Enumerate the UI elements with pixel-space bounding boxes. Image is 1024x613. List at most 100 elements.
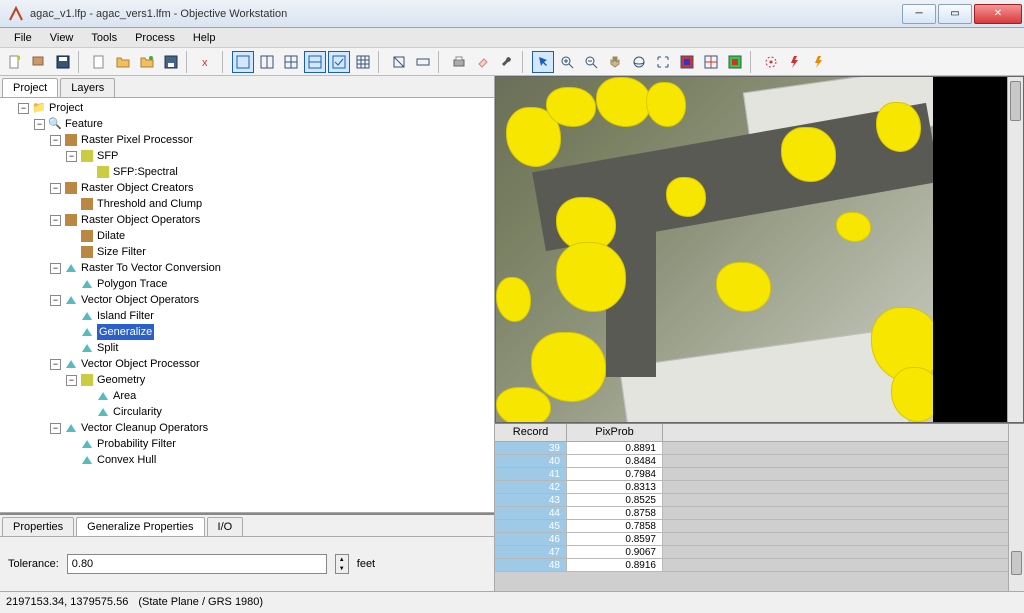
tab-properties[interactable]: Properties bbox=[2, 517, 74, 536]
scrollbar-thumb[interactable] bbox=[1010, 81, 1021, 121]
tree-sizefilter[interactable]: Size Filter bbox=[97, 244, 146, 260]
table-row[interactable]: 440.8758 bbox=[495, 507, 1024, 520]
bolt-orange-icon[interactable] bbox=[808, 51, 830, 73]
tree-circularity[interactable]: Circularity bbox=[113, 404, 162, 420]
collapse-icon[interactable]: − bbox=[50, 263, 61, 274]
tree-convexhull[interactable]: Convex Hull bbox=[97, 452, 156, 468]
save-icon[interactable] bbox=[52, 51, 74, 73]
tree-split[interactable]: Split bbox=[97, 340, 118, 356]
col-pixprob[interactable]: PixProb bbox=[567, 424, 663, 441]
layout-single-icon[interactable] bbox=[232, 51, 254, 73]
table-row[interactable]: 450.7858 bbox=[495, 520, 1024, 533]
tab-generalize-props[interactable]: Generalize Properties bbox=[76, 517, 204, 536]
collapse-icon[interactable]: − bbox=[50, 423, 61, 434]
orbit-icon[interactable] bbox=[628, 51, 650, 73]
table-row[interactable]: 460.8597 bbox=[495, 533, 1024, 546]
tree-voo[interactable]: Vector Object Operators bbox=[81, 292, 199, 308]
tree-rtv[interactable]: Raster To Vector Conversion bbox=[81, 260, 221, 276]
tree-vop[interactable]: Vector Object Processor bbox=[81, 356, 200, 372]
erase-icon[interactable] bbox=[472, 51, 494, 73]
menu-help[interactable]: Help bbox=[185, 30, 224, 46]
layout-grid-icon[interactable] bbox=[352, 51, 374, 73]
tree-roo[interactable]: Raster Object Operators bbox=[81, 212, 200, 228]
tree-feature[interactable]: Feature bbox=[65, 116, 103, 132]
layout-check-icon[interactable] bbox=[328, 51, 350, 73]
extent-icon[interactable] bbox=[652, 51, 674, 73]
col-record[interactable]: Record bbox=[495, 424, 567, 441]
collapse-icon[interactable]: − bbox=[50, 295, 61, 306]
layout-hsplit-icon[interactable] bbox=[304, 51, 326, 73]
zoom-in-icon[interactable] bbox=[556, 51, 578, 73]
scrollbar-thumb[interactable] bbox=[1011, 551, 1022, 575]
new-doc-icon[interactable] bbox=[88, 51, 110, 73]
minimize-button[interactable]: ─ bbox=[902, 4, 936, 24]
tree-area[interactable]: Area bbox=[113, 388, 136, 404]
collapse-icon[interactable]: − bbox=[50, 183, 61, 194]
variables-icon[interactable]: x bbox=[196, 51, 218, 73]
collapse-icon[interactable]: − bbox=[18, 103, 29, 114]
tree-roc[interactable]: Raster Object Creators bbox=[81, 180, 193, 196]
swatch-a-icon[interactable] bbox=[676, 51, 698, 73]
tree-sfp-spectral[interactable]: SFP:Spectral bbox=[113, 164, 178, 180]
table-row[interactable]: 430.8525 bbox=[495, 494, 1024, 507]
table-row[interactable]: 400.8484 bbox=[495, 455, 1024, 468]
save-disk-icon[interactable] bbox=[160, 51, 182, 73]
chevron-up-icon[interactable]: ▲ bbox=[336, 555, 348, 564]
tree-polytrace[interactable]: Polygon Trace bbox=[97, 276, 167, 292]
zoom-out-icon[interactable] bbox=[580, 51, 602, 73]
tolerance-input[interactable] bbox=[67, 554, 327, 574]
target-icon[interactable] bbox=[760, 51, 782, 73]
print-icon[interactable] bbox=[448, 51, 470, 73]
tab-layers[interactable]: Layers bbox=[60, 78, 115, 97]
layout-vsplit-icon[interactable] bbox=[256, 51, 278, 73]
table-row[interactable]: 390.8891 bbox=[495, 442, 1024, 455]
table-scrollbar[interactable] bbox=[1008, 424, 1024, 591]
table-row[interactable]: 410.7984 bbox=[495, 468, 1024, 481]
chevron-down-icon[interactable]: ▼ bbox=[336, 564, 348, 573]
menu-tools[interactable]: Tools bbox=[83, 30, 125, 46]
collapse-icon[interactable]: − bbox=[50, 359, 61, 370]
layout-quad-icon[interactable] bbox=[280, 51, 302, 73]
tree-vco[interactable]: Vector Cleanup Operators bbox=[81, 420, 208, 436]
tree-generalize[interactable]: Generalize bbox=[97, 324, 154, 340]
open-alt-icon[interactable] bbox=[136, 51, 158, 73]
tab-project[interactable]: Project bbox=[2, 78, 58, 97]
collapse-icon[interactable]: − bbox=[34, 119, 45, 130]
collapse-icon[interactable]: − bbox=[66, 375, 77, 386]
close-button[interactable]: ✕ bbox=[974, 4, 1022, 24]
tolerance-spinner[interactable]: ▲▼ bbox=[335, 554, 349, 574]
tree-islandfilter[interactable]: Island Filter bbox=[97, 308, 154, 324]
fit-icon[interactable] bbox=[388, 51, 410, 73]
menu-file[interactable]: File bbox=[6, 30, 40, 46]
bolt-red-icon[interactable] bbox=[784, 51, 806, 73]
layout-misc-icon[interactable] bbox=[412, 51, 434, 73]
project-tree[interactable]: −📁Project −🔍Feature −Raster Pixel Proces… bbox=[0, 98, 494, 513]
map-scrollbar[interactable] bbox=[1007, 77, 1023, 422]
collapse-icon[interactable]: − bbox=[50, 135, 61, 146]
swatch-b-icon[interactable] bbox=[700, 51, 722, 73]
open-project-icon[interactable] bbox=[28, 51, 50, 73]
map-viewport[interactable] bbox=[495, 76, 1024, 423]
tab-io[interactable]: I/O bbox=[207, 517, 244, 536]
tree-probfilter[interactable]: Probability Filter bbox=[97, 436, 176, 452]
tree-threshold[interactable]: Threshold and Clump bbox=[97, 196, 202, 212]
tree-sfp[interactable]: SFP bbox=[97, 148, 118, 164]
tree-root[interactable]: Project bbox=[49, 100, 83, 116]
table-row[interactable]: 420.8313 bbox=[495, 481, 1024, 494]
menu-view[interactable]: View bbox=[42, 30, 82, 46]
tree-geometry[interactable]: Geometry bbox=[97, 372, 145, 388]
tree-dilate[interactable]: Dilate bbox=[97, 228, 125, 244]
new-icon[interactable] bbox=[4, 51, 26, 73]
swatch-c-icon[interactable] bbox=[724, 51, 746, 73]
maximize-button[interactable]: ▭ bbox=[938, 4, 972, 24]
table-row[interactable]: 480.8916 bbox=[495, 559, 1024, 572]
table-row[interactable]: 470.9067 bbox=[495, 546, 1024, 559]
collapse-icon[interactable]: − bbox=[66, 151, 77, 162]
pointer-icon[interactable] bbox=[532, 51, 554, 73]
pan-icon[interactable] bbox=[604, 51, 626, 73]
tree-rpp[interactable]: Raster Pixel Processor bbox=[81, 132, 193, 148]
open-folder-icon[interactable] bbox=[112, 51, 134, 73]
collapse-icon[interactable]: − bbox=[50, 215, 61, 226]
wrench-icon[interactable] bbox=[496, 51, 518, 73]
menu-process[interactable]: Process bbox=[127, 30, 183, 46]
